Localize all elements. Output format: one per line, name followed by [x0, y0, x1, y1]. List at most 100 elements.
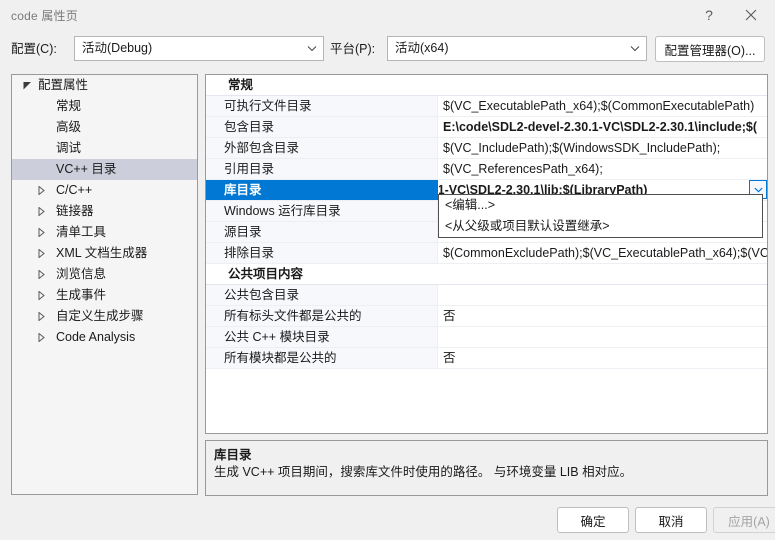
configuration-toolbar: 配置(C): 活动(Debug) 平台(P): 活动(x64) 配置管理器(O)…: [0, 36, 775, 66]
tree-item-11[interactable]: 自定义生成步骤: [12, 306, 197, 327]
property-name: 排除目录: [224, 246, 275, 260]
property-row[interactable]: 外部包含目录 $(VC_IncludePath);$(WindowsSDK_Inc…: [206, 138, 767, 159]
property-name-cell: 公共包含目录: [206, 285, 438, 305]
property-name-cell: 包含目录: [206, 117, 438, 137]
property-value-cell[interactable]: $(VC_ReferencesPath_x64);: [439, 159, 767, 179]
tree-item-12[interactable]: Code Analysis: [12, 327, 197, 348]
property-row[interactable]: 所有模块都是公共的 否: [206, 348, 767, 369]
tree-item-8[interactable]: XML 文档生成器: [12, 243, 197, 264]
chevron-down-icon: [753, 187, 763, 193]
property-value-cell[interactable]: $(VC_ExecutablePath_x64);$(CommonExecuta…: [439, 96, 767, 116]
property-value-cell[interactable]: 否: [439, 306, 767, 326]
property-name-cell: Windows 运行库目录: [206, 201, 438, 221]
expander-collapsed-icon[interactable]: [32, 327, 50, 348]
tree-item-9[interactable]: 浏览信息: [12, 264, 197, 285]
expander-collapsed-icon[interactable]: [32, 180, 50, 201]
configuration-combobox[interactable]: 活动(Debug): [74, 36, 324, 61]
expander-collapsed-icon[interactable]: [32, 222, 50, 243]
property-value-cell[interactable]: $(VC_IncludePath);$(WindowsSDK_IncludePa…: [439, 138, 767, 158]
property-row[interactable]: 公共 C++ 模块目录: [206, 327, 767, 348]
property-category-row[interactable]: 公共项目内容: [206, 264, 767, 285]
tree-item-4[interactable]: VC++ 目录: [12, 159, 197, 180]
property-name-cell: 外部包含目录: [206, 138, 438, 158]
title-bar: code 属性页 ?: [0, 0, 775, 30]
cancel-button[interactable]: 取消: [635, 507, 707, 533]
property-name: 库目录: [224, 183, 262, 197]
property-row[interactable]: 可执行文件目录 $(VC_ExecutablePath_x64);$(Common…: [206, 96, 767, 117]
chevron-down-icon: [624, 37, 646, 60]
expander-collapsed-icon[interactable]: [32, 264, 50, 285]
expander-collapsed-icon[interactable]: [32, 201, 50, 222]
expander-collapsed-icon[interactable]: [32, 285, 50, 306]
chevron-down-icon: [301, 37, 323, 60]
property-value: $(CommonExcludePath);$(VC_ExecutablePath…: [443, 246, 767, 260]
property-name: 源目录: [224, 225, 262, 239]
property-name: 所有模块都是公共的: [224, 351, 337, 365]
property-value-cell[interactable]: $(CommonExcludePath);$(VC_ExecutablePath…: [439, 243, 767, 263]
platform-label: 平台(P):: [330, 42, 376, 56]
property-name: 包含目录: [224, 120, 275, 134]
property-value-cell[interactable]: 否: [439, 348, 767, 368]
property-value: E:\code\SDL2-devel-2.30.1-VC\SDL2-2.30.1…: [443, 120, 757, 134]
configuration-value: 活动(Debug): [82, 41, 153, 55]
property-name-cell: 公共项目内容: [206, 264, 767, 284]
property-row[interactable]: 所有标头文件都是公共的 否: [206, 306, 767, 327]
tree-item-7[interactable]: 清单工具: [12, 222, 197, 243]
property-name-cell: 所有模块都是公共的: [206, 348, 438, 368]
ok-button[interactable]: 确定: [557, 507, 629, 533]
property-name-cell: 源目录: [206, 222, 438, 242]
property-name: 引用目录: [224, 162, 275, 176]
tree-item-2[interactable]: 高级: [12, 117, 197, 138]
library-directories-dropdown[interactable]: <编辑...> <从父级或项目默认设置继承>: [438, 194, 763, 238]
property-name-cell: 引用目录: [206, 159, 438, 179]
expander-expanded-icon[interactable]: [18, 75, 36, 96]
property-name-cell: 公共 C++ 模块目录: [206, 327, 438, 347]
description-title: 库目录: [214, 448, 252, 462]
apply-button[interactable]: 应用(A): [713, 507, 775, 533]
tree-item-10[interactable]: 生成事件: [12, 285, 197, 306]
dropdown-option[interactable]: <编辑...>: [439, 195, 762, 216]
property-value: $(VC_ExecutablePath_x64);$(CommonExecuta…: [443, 99, 755, 113]
property-name-cell: 排除目录: [206, 243, 438, 263]
property-row[interactable]: 公共包含目录: [206, 285, 767, 306]
property-row[interactable]: 引用目录 $(VC_ReferencesPath_x64);: [206, 159, 767, 180]
question-mark-icon: ?: [705, 7, 713, 23]
property-value: 否: [443, 351, 456, 365]
tree-item-6[interactable]: 链接器: [12, 201, 197, 222]
close-button[interactable]: [731, 0, 771, 30]
tree-list: 配置属性常规 高级 调试 VC++ 目录 C/C++ 链接器 清单工具 XML 文档生成器 浏览…: [12, 75, 197, 348]
property-name: 公共 C++ 模块目录: [224, 330, 330, 344]
expander-collapsed-icon[interactable]: [32, 243, 50, 264]
help-button[interactable]: ?: [689, 0, 729, 30]
tree-item-3[interactable]: 调试: [12, 138, 197, 159]
property-row[interactable]: 包含目录 E:\code\SDL2-devel-2.30.1-VC\SDL2-2.…: [206, 117, 767, 138]
description-text: 生成 VC++ 项目期间，搜索库文件时使用的路径。 与环境变量 LIB 相对应。: [214, 465, 633, 479]
property-name-cell: 库目录: [206, 180, 438, 200]
property-name: 公共包含目录: [224, 288, 300, 302]
expander-collapsed-icon[interactable]: [32, 306, 50, 327]
property-name: 可执行文件目录: [224, 99, 312, 113]
description-pane: 库目录 生成 VC++ 项目期间，搜索库文件时使用的路径。 与环境变量 LIB …: [205, 440, 768, 496]
close-icon: [745, 9, 757, 21]
property-row[interactable]: 排除目录 $(CommonExcludePath);$(VC_Executable…: [206, 243, 767, 264]
property-name: Windows 运行库目录: [224, 204, 341, 218]
property-grid[interactable]: 常规可执行文件目录 $(VC_ExecutablePath_x64);$(Comm…: [205, 74, 768, 434]
property-value-cell[interactable]: [439, 327, 767, 347]
tree-item-5[interactable]: C/C++: [12, 180, 197, 201]
tree-item-0[interactable]: 配置属性: [12, 75, 197, 96]
configuration-tree[interactable]: 配置属性常规 高级 调试 VC++ 目录 C/C++ 链接器 清单工具 XML 文档生成器 浏览…: [11, 74, 198, 495]
property-value-cell[interactable]: E:\code\SDL2-devel-2.30.1-VC\SDL2-2.30.1…: [439, 117, 767, 137]
configuration-manager-button[interactable]: 配置管理器(O)...: [655, 36, 765, 62]
property-name: 所有标头文件都是公共的: [224, 309, 362, 323]
property-category-row[interactable]: 常规: [206, 75, 767, 96]
dropdown-option[interactable]: <从父级或项目默认设置继承>: [439, 216, 762, 237]
tree-item-label: 配置属性: [38, 78, 89, 92]
property-value-cell[interactable]: [439, 285, 767, 305]
platform-value: 活动(x64): [395, 41, 449, 55]
window-title: code 属性页: [11, 9, 78, 23]
platform-combobox[interactable]: 活动(x64): [387, 36, 647, 61]
tree-item-1[interactable]: 常规: [12, 96, 197, 117]
